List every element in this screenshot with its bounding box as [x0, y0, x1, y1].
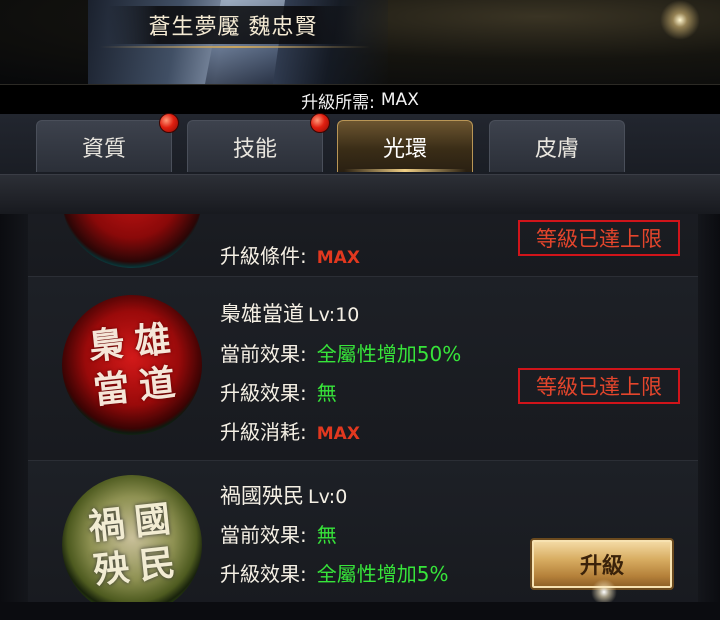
emblem-glyph: 雄 [132, 317, 173, 364]
requirement-value: MAX [380, 90, 419, 110]
aura-emblem-icon: 梟 雄 [62, 214, 202, 268]
emblem-glyph: 民 [137, 541, 178, 588]
tab-label: 光環 [382, 136, 427, 162]
panel-bottom-edge [0, 602, 720, 620]
max-level-badge: 等級已達上限 [518, 368, 680, 404]
tab-label: 技能 [232, 136, 277, 162]
tab-label: 資質 [81, 136, 126, 162]
emblem-glyph: 梟 [86, 322, 127, 369]
hero-name: 蒼生夢魘 魏忠賢 [108, 6, 358, 44]
upgrade-effect: 升級效果: 全屬性增加5% [220, 558, 448, 587]
sparkle-icon [660, 0, 700, 40]
upgrade-effect: 升級效果: 無 [220, 377, 337, 406]
tab-skin[interactable]: 皮膚 [489, 120, 625, 172]
emblem-glyphs: 梟 雄 [55, 214, 209, 275]
line-value: 無 [316, 523, 337, 547]
aura-name: 梟雄當道 [220, 302, 304, 326]
line-label: 升級消耗: [220, 420, 307, 444]
upgrade-condition: 升級條件: MAX [220, 240, 360, 269]
line-value: 全屬性增加5% [316, 562, 449, 586]
aura-title: 禍國殃民 Lv:0 [220, 480, 347, 510]
current-effect: 當前效果: 無 [220, 519, 337, 548]
emblem-glyph: 國 [132, 497, 173, 544]
aura-name: 禍國殃民 [220, 484, 304, 508]
hero-name-underline [100, 46, 370, 48]
emblem-glyph: 當 [91, 366, 132, 413]
aura-level: Lv:0 [308, 486, 348, 508]
emblem-glyph: 殃 [91, 546, 132, 593]
line-label: 當前效果: [220, 342, 307, 366]
line-value: 全屬性增加50% [316, 342, 462, 366]
aura-emblem-icon: 梟 雄 當 道 [62, 295, 202, 435]
upgrade-cost: 升級消耗: MAX [220, 416, 360, 445]
aura-row: 梟 雄 當 道 梟雄當道 Lv:10 當前效果: 全屬性增加50% 升級效果: 無 升… [28, 277, 698, 461]
upgrade-requirement-bar: 升級所需: MAX [0, 84, 720, 116]
aura-row: 梟 雄 升級條件: MAX 等級已達上限 [28, 214, 698, 277]
emblem-glyphs: 梟 雄 當 道 [55, 288, 209, 442]
aura-title: 梟雄當道 Lv:10 [220, 298, 359, 328]
line-value: 無 [316, 381, 337, 405]
tab-shelf [0, 174, 720, 215]
tab-label: 皮膚 [534, 136, 579, 162]
line-label: 升級效果: [220, 562, 307, 586]
panel-edge-left [0, 214, 28, 620]
emblem-glyph: 禍 [86, 502, 127, 549]
emblem-glyph: 道 [137, 361, 178, 408]
current-effect: 當前效果: 全屬性增加50% [220, 338, 461, 367]
tab-skills[interactable]: 技能 [187, 113, 330, 172]
panel-edge-right [698, 214, 720, 620]
requirement-label: 升級所需: [301, 92, 375, 113]
line-label: 當前效果: [220, 523, 307, 547]
hero-banner: 蒼生夢魘 魏忠賢 [0, 0, 720, 84]
tab-aptitude[interactable]: 資質 [36, 113, 179, 172]
emblem-glyphs: 禍 國 殃 民 [55, 468, 209, 602]
tab-bar: 資質 技能 光環 皮膚 [0, 113, 720, 174]
line-label: 升級效果: [220, 381, 307, 405]
notification-dot-icon [310, 113, 330, 133]
max-level-badge: 等級已達上限 [518, 220, 680, 256]
line-label: 升級條件: [220, 244, 307, 268]
tab-aura[interactable]: 光環 [337, 120, 473, 172]
line-value: MAX [316, 424, 360, 444]
aura-level: Lv:10 [308, 304, 360, 326]
aura-list[interactable]: 梟 雄 升級條件:MAX 等級已達上限 梟 雄 當 道 梟雄當道Lv:10 當前… [28, 214, 698, 602]
line-value: MAX [316, 248, 360, 268]
notification-dot-icon [159, 113, 179, 133]
aura-emblem-icon: 禍 國 殃 民 [62, 475, 202, 602]
